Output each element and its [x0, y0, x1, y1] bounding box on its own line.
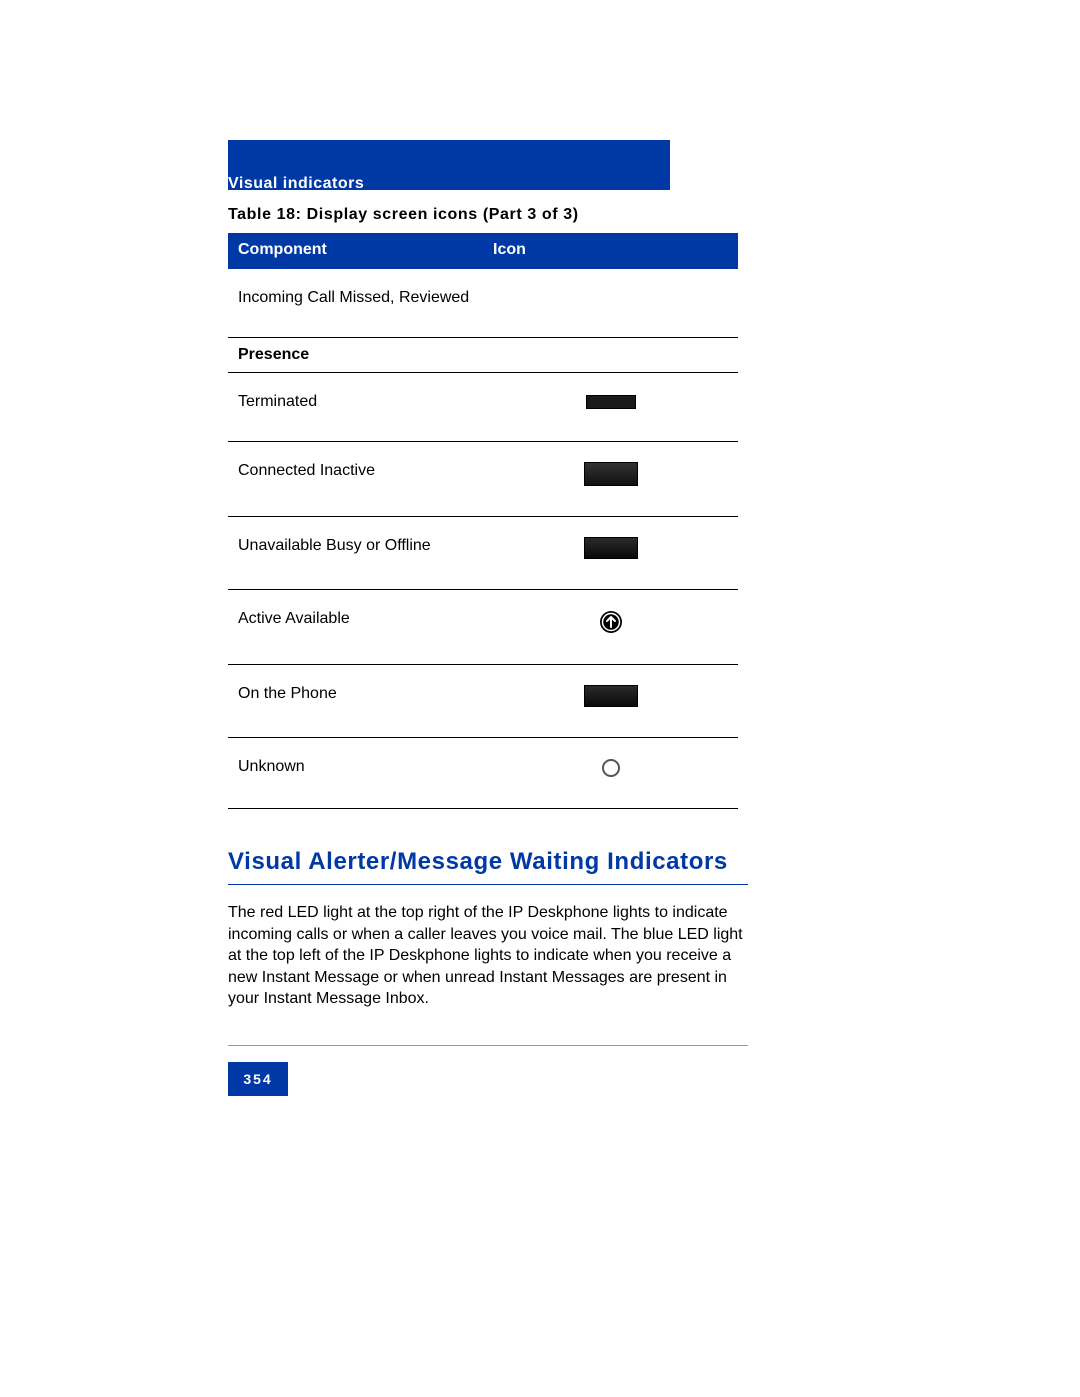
- icon-cell: [483, 442, 738, 517]
- page-number: 354: [228, 1062, 288, 1096]
- body-paragraph: The red LED light at the top right of th…: [228, 902, 748, 1010]
- icon-cell: [483, 738, 738, 809]
- unavailable-icon: [584, 537, 638, 559]
- table-row: Connected Inactive: [228, 442, 738, 517]
- component-cell: Unavailable Busy or Offline: [228, 517, 483, 590]
- table-row: Terminated: [228, 373, 738, 442]
- component-cell: Connected Inactive: [228, 442, 483, 517]
- icon-cell: [483, 373, 738, 442]
- on-the-phone-icon: [584, 685, 638, 707]
- table-caption: Table 18: Display screen icons (Part 3 o…: [228, 206, 738, 224]
- column-header-icon: Icon: [483, 233, 738, 269]
- component-cell: Terminated: [228, 373, 483, 442]
- unknown-icon: [601, 758, 621, 778]
- table-header-row: Component Icon: [228, 233, 738, 269]
- icon-cell: [483, 517, 738, 590]
- active-available-icon: [599, 610, 623, 634]
- icon-cell: [483, 590, 738, 665]
- component-cell: Incoming Call Missed, Reviewed: [228, 269, 483, 338]
- table-row: On the Phone: [228, 665, 738, 738]
- section-label-presence: Presence: [228, 338, 738, 373]
- footer-rule: [228, 1045, 748, 1046]
- table-row: Unavailable Busy or Offline: [228, 517, 738, 590]
- connected-inactive-icon: [584, 462, 638, 486]
- terminated-icon: [586, 395, 636, 409]
- table-row: Incoming Call Missed, Reviewed: [228, 269, 738, 338]
- component-cell: Active Available: [228, 590, 483, 665]
- icon-cell: [483, 665, 738, 738]
- table-row: Active Available: [228, 590, 738, 665]
- display-icons-table: Component Icon Incoming Call Missed, Rev…: [228, 233, 738, 809]
- section-heading-visual-alerter: Visual Alerter/Message Waiting Indicator…: [228, 848, 748, 885]
- component-cell: On the Phone: [228, 665, 483, 738]
- component-cell: Unknown: [228, 738, 483, 809]
- document-page: Visual indicators Table 18: Display scre…: [0, 0, 1080, 1397]
- icon-cell: [483, 269, 738, 338]
- table-section-row: Presence: [228, 338, 738, 373]
- table-row: Unknown: [228, 738, 738, 809]
- column-header-component: Component: [228, 233, 483, 269]
- header-section-label: Visual indicators: [228, 175, 364, 193]
